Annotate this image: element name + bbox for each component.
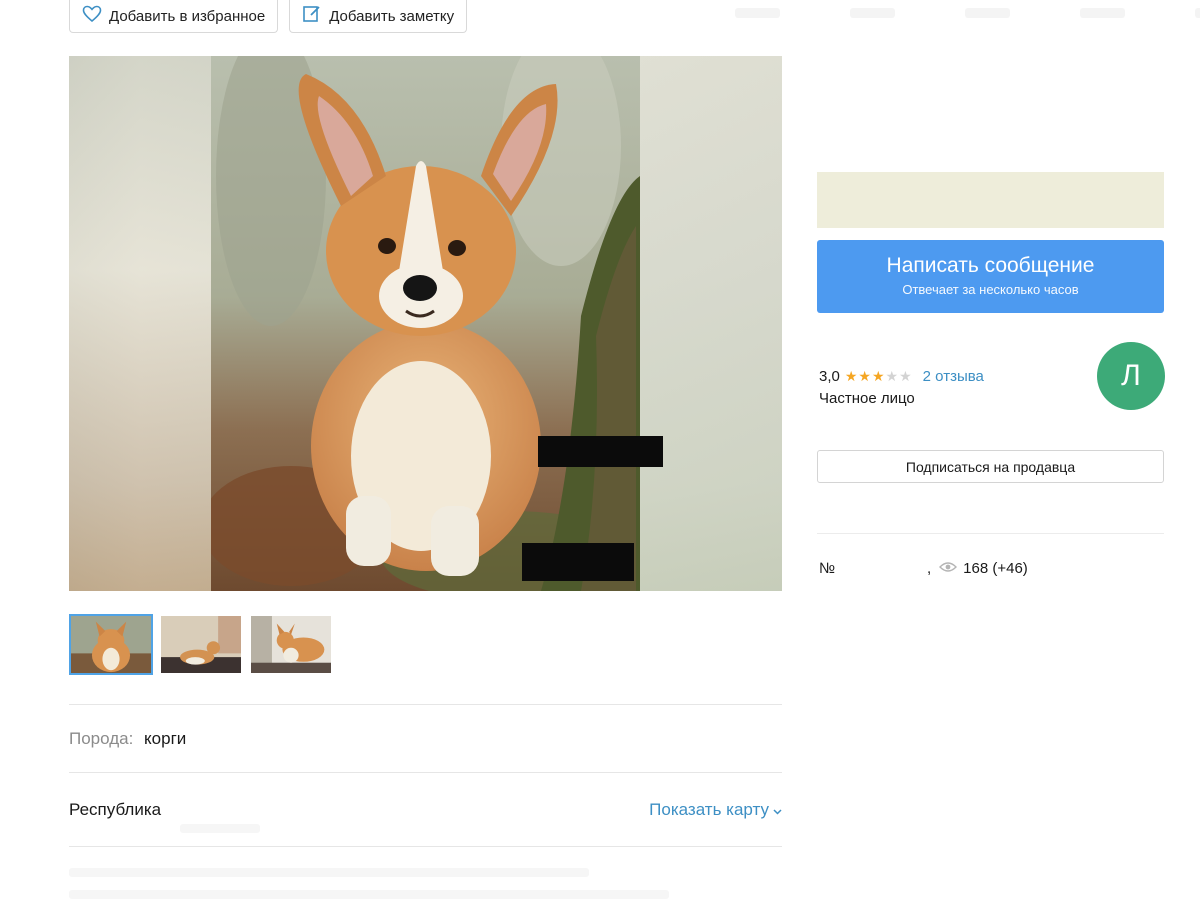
thumbnail-3[interactable]	[249, 614, 333, 675]
star-empty-icon: ★	[899, 368, 912, 384]
gallery-blur-left	[69, 56, 211, 591]
listing-number: №	[819, 560, 836, 577]
right-divider	[817, 533, 1164, 534]
breed-param: Порода: корги	[69, 729, 186, 749]
star-icon: ★	[844, 368, 858, 384]
section-divider-2	[69, 772, 782, 773]
section-divider-3	[69, 846, 782, 847]
photo-gallery[interactable]	[69, 56, 782, 591]
add-note-button[interactable]: Добавить заметку	[289, 0, 468, 33]
add-note-label: Добавить заметку	[329, 7, 455, 25]
listing-page: Добавить в избранное Добавить заметку По…	[0, 0, 1200, 920]
response-time-label: Отвечает за несколько часов	[902, 282, 1079, 297]
thumbnail-2[interactable]	[159, 614, 243, 675]
listing-meta: № , 168 (+46)	[819, 560, 1028, 577]
reviews-link[interactable]: 2 отзыва	[923, 368, 984, 385]
gallery-blur-right	[640, 56, 782, 591]
eye-icon	[939, 560, 963, 577]
add-to-favorites-label: Добавить в избранное	[109, 7, 266, 25]
add-to-favorites-button[interactable]: Добавить в избранное	[69, 0, 279, 33]
heart-outline-icon	[82, 5, 102, 27]
section-divider-1	[69, 704, 782, 705]
write-message-button[interactable]: Написать сообщение Отвечает за несколько…	[817, 240, 1164, 313]
show-map-link[interactable]: Показать карту	[649, 800, 782, 820]
breed-label: Порода:	[69, 729, 134, 748]
views-count: 168 (+46)	[963, 560, 1028, 577]
thumbnail-strip	[69, 614, 333, 675]
header-nav-faded	[735, 8, 1200, 18]
chevron-down-icon	[773, 800, 782, 820]
breed-value: корги	[144, 729, 187, 748]
star-icon: ★	[871, 368, 885, 384]
listing-actions: Добавить в избранное Добавить заметку	[69, 0, 468, 33]
write-message-label: Написать сообщение	[886, 254, 1095, 277]
seller-type: Частное лицо	[819, 390, 915, 407]
seller-avatar[interactable]: Л	[1097, 342, 1165, 410]
price-block-redacted	[817, 172, 1164, 228]
redaction-block-2	[522, 543, 634, 581]
meta-separator: ,	[927, 560, 932, 577]
star-icon: ★	[858, 368, 871, 384]
note-edit-icon	[302, 5, 322, 27]
seller-rating: 3,0 ★ ★ ★ ★ ★ 2 отзыва	[819, 368, 984, 385]
faded-content	[69, 868, 589, 877]
redaction-block-1	[538, 436, 663, 467]
faded-content	[69, 890, 669, 899]
star-empty-icon: ★	[885, 368, 899, 384]
faded-content	[180, 824, 260, 833]
main-photo-corgi[interactable]	[211, 56, 640, 591]
location-region: Республика	[69, 800, 162, 819]
thumbnail-1[interactable]	[69, 614, 153, 675]
rating-stars: ★ ★ ★ ★ ★	[845, 368, 912, 385]
show-map-label: Показать карту	[649, 800, 769, 819]
subscribe-seller-button[interactable]: Подписаться на продавца	[817, 450, 1164, 483]
rating-value: 3,0	[819, 368, 840, 385]
